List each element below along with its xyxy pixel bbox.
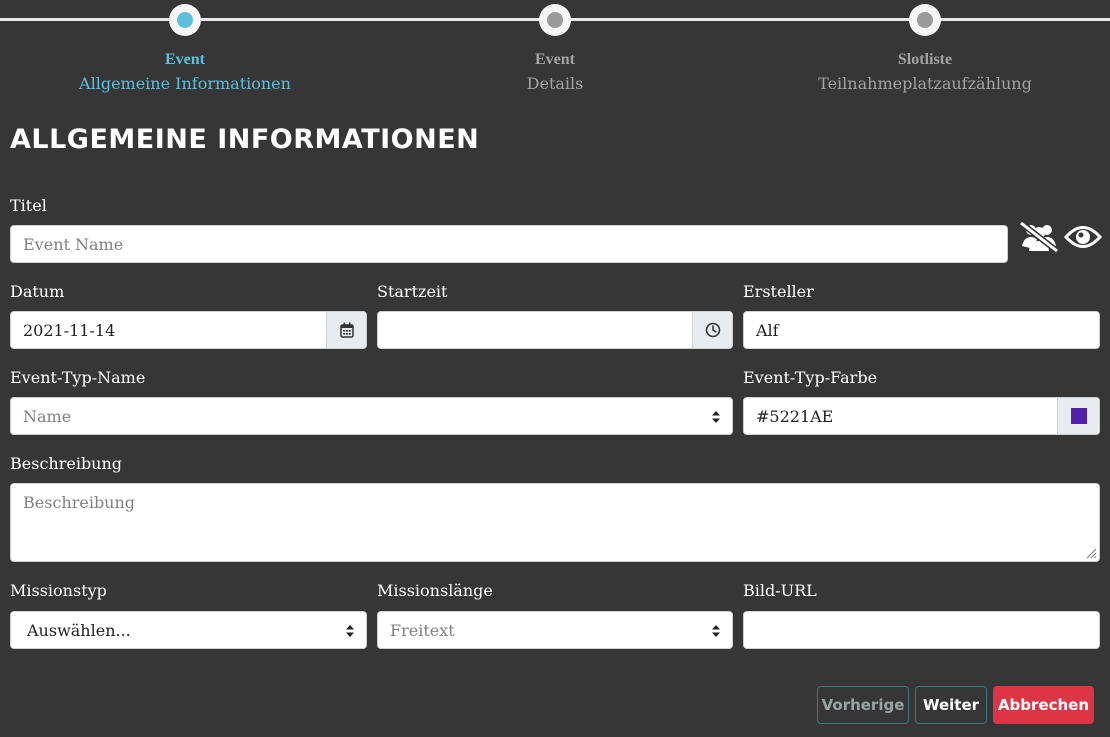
step-title: Event	[535, 51, 575, 68]
missionstyp-label: Missionstyp	[10, 581, 107, 600]
step-dot-active	[169, 4, 201, 36]
step-subtitle: Teilnahmeplatzaufzählung	[818, 74, 1032, 93]
select-arrows-icon	[712, 625, 720, 637]
calendar-button[interactable]	[326, 312, 366, 348]
titel-label: Titel	[10, 196, 47, 215]
step-slotlist[interactable]: Slotliste Teilnahmeplatzaufzählung	[775, 4, 1075, 92]
datum-input[interactable]: 2021-11-14	[10, 311, 367, 349]
event-typ-farbe-label: Event-Typ-Farbe	[743, 368, 878, 387]
select-arrows-icon	[346, 625, 354, 637]
titel-input[interactable]: Event Name	[10, 225, 1008, 263]
missionslaenge-select[interactable]: Freitext	[377, 611, 733, 649]
previous-button[interactable]: Vorherige	[817, 686, 909, 724]
startzeit-label: Startzeit	[377, 282, 448, 301]
startzeit-input[interactable]	[377, 311, 733, 349]
color-picker-button[interactable]	[1057, 398, 1099, 434]
beschreibung-label: Beschreibung	[10, 454, 123, 473]
ersteller-input[interactable]: Alf	[743, 311, 1100, 349]
step-general-info[interactable]: Event Allgemeine Informationen	[35, 4, 335, 92]
calendar-icon	[339, 322, 354, 338]
event-typ-farbe-value: #5221AE	[756, 406, 834, 426]
ersteller-label: Ersteller	[743, 282, 814, 301]
resize-handle-icon[interactable]	[1085, 547, 1097, 559]
step-subtitle: Allgemeine Informationen	[79, 74, 291, 93]
titel-placeholder: Event Name	[23, 234, 124, 254]
users-slash-icon[interactable]	[1018, 220, 1060, 254]
ersteller-value: Alf	[756, 320, 779, 340]
beschreibung-textarea[interactable]: Beschreibung	[10, 483, 1100, 562]
beschreibung-placeholder: Beschreibung	[23, 493, 136, 512]
step-dot	[539, 4, 571, 36]
bild-url-input[interactable]	[743, 611, 1100, 649]
missionstyp-select[interactable]: Auswählen...	[10, 611, 367, 649]
step-details[interactable]: Event Details	[405, 4, 705, 92]
datum-label: Datum	[10, 282, 65, 301]
cancel-button[interactable]: Abbrechen	[993, 686, 1094, 724]
missionslaenge-placeholder: Freitext	[390, 620, 455, 640]
event-typ-name-label: Event-Typ-Name	[10, 368, 146, 387]
missionstyp-selected: Auswählen...	[27, 620, 131, 640]
event-typ-name-placeholder: Name	[23, 406, 72, 426]
event-typ-farbe-input[interactable]: #5221AE	[743, 397, 1100, 435]
event-typ-name-select[interactable]: Name	[10, 397, 733, 435]
step-subtitle: Details	[526, 74, 584, 93]
clock-button[interactable]	[692, 312, 732, 348]
datum-value: 2021-11-14	[23, 320, 116, 340]
color-swatch	[1070, 408, 1087, 424]
missionslaenge-label: Missionslänge	[377, 581, 493, 600]
page-title: ALLGEMEINE INFORMATIONEN	[10, 124, 480, 155]
stepper: Event Allgemeine Informationen Event Det…	[0, 0, 1110, 100]
clock-icon	[705, 322, 720, 338]
bild-url-label: Bild-URL	[743, 581, 817, 600]
step-title: Event	[165, 51, 205, 68]
eye-icon[interactable]	[1064, 220, 1102, 254]
select-arrows-icon	[712, 411, 720, 423]
next-button[interactable]: Weiter	[915, 686, 987, 724]
step-dot	[909, 4, 941, 36]
step-title: Slotliste	[897, 51, 953, 68]
